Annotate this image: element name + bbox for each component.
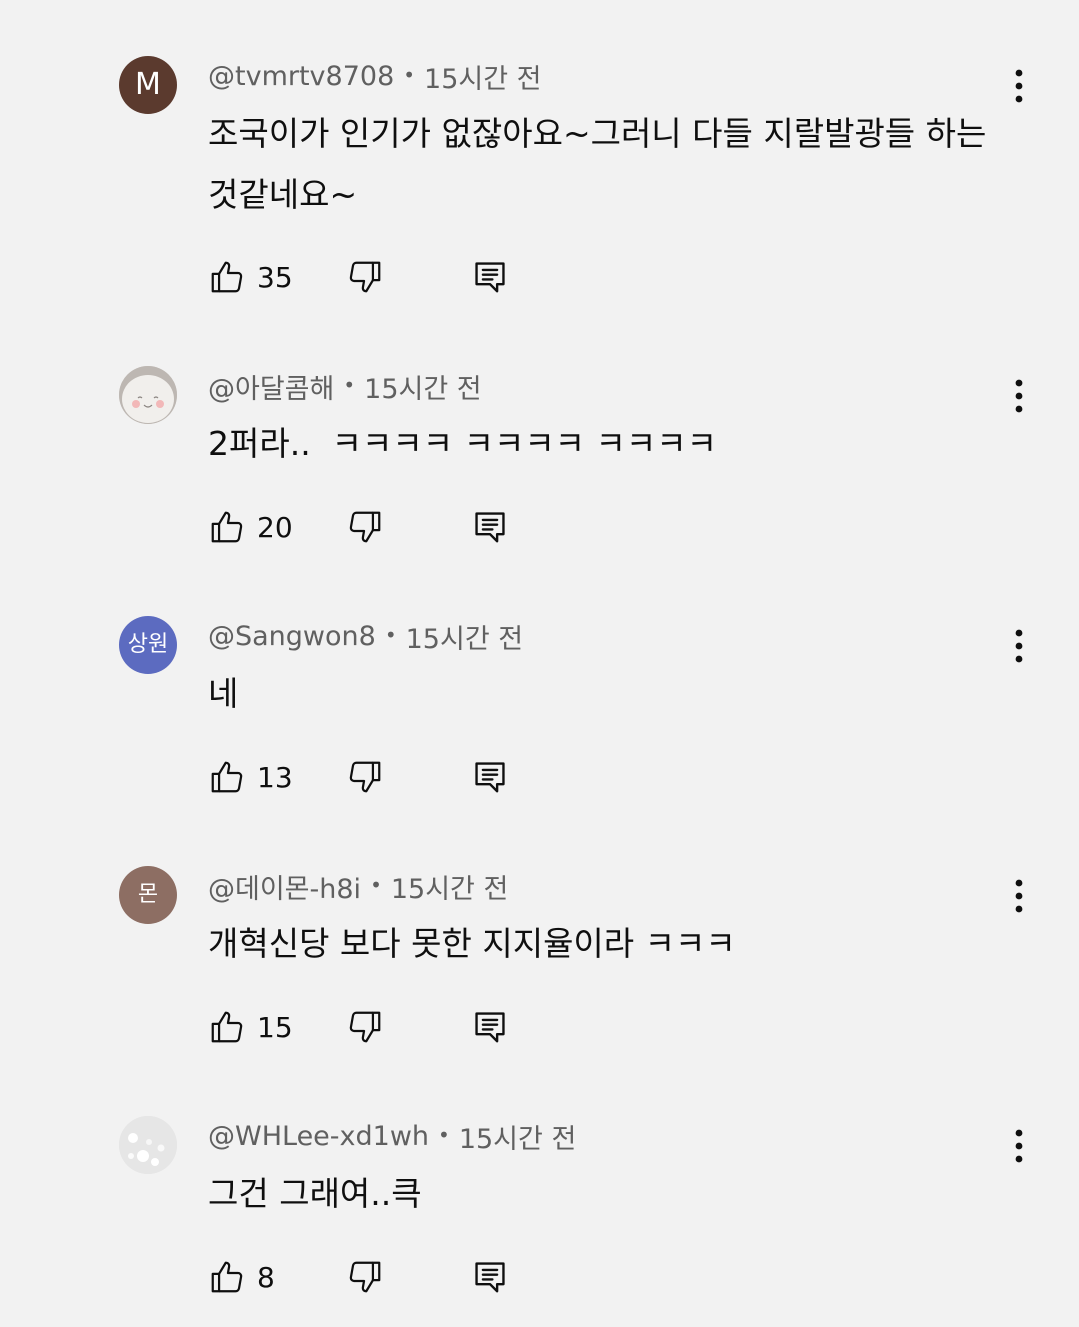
comment-time[interactable]: 15시간 전 (364, 367, 481, 406)
dislike-button[interactable] (346, 507, 384, 547)
comment-author[interactable]: @tvmrtv8708 (208, 61, 394, 92)
comment-header: @아달콤해 • 15시간 전 (208, 366, 482, 406)
like-button[interactable]: 13 (208, 757, 293, 797)
kebab-menu-icon (1015, 1129, 1023, 1163)
comments-list: M @tvmrtv8708 • 15시간 전 조국이가 인기가 없잖아요~그러니… (0, 0, 1079, 1327)
smiling-face-avatar-icon (119, 366, 177, 424)
comment-text: 조국이가 인기가 없잖아요~그러니 다들 지랄발광들 하는 것같네요~ (208, 114, 987, 214)
comment-header: @WHLee-xd1wh • 15시간 전 (208, 1116, 576, 1156)
comment-author[interactable]: @WHLee-xd1wh (208, 1121, 429, 1152)
like-count: 13 (257, 760, 293, 794)
separator-dot: • (384, 623, 397, 647)
thumbs-up-icon (211, 511, 243, 543)
like-button[interactable]: 8 (208, 1257, 275, 1297)
reply-button[interactable] (471, 1257, 509, 1297)
avatar-initial: 상원 (127, 632, 169, 657)
separator-dot: • (438, 1123, 450, 1147)
like-button[interactable]: 20 (208, 507, 293, 547)
reply-button[interactable] (471, 1007, 509, 1047)
kebab-menu-icon (1015, 879, 1023, 913)
dislike-button[interactable] (346, 1257, 384, 1297)
like-count: 35 (257, 260, 293, 294)
reply-button[interactable] (471, 507, 509, 547)
comment-actions: 20 (208, 507, 528, 547)
kebab-menu-icon (1015, 379, 1023, 413)
comment-header: @데이몬-h8i • 15시간 전 (208, 866, 508, 906)
thumbs-up-icon (211, 1261, 243, 1293)
reply-comment-icon (475, 1262, 505, 1293)
separator-dot: • (370, 873, 382, 897)
comment-actions: 15 (208, 1007, 528, 1047)
reply-button[interactable] (471, 257, 509, 297)
like-count: 8 (257, 1260, 275, 1294)
dislike-button[interactable] (346, 757, 384, 797)
avatar[interactable]: 몬 (119, 866, 177, 924)
like-count: 15 (257, 1010, 293, 1044)
avatar[interactable]: 상원 (119, 616, 177, 674)
comment-text: 네 (208, 674, 239, 713)
thumbs-down-icon (349, 511, 381, 543)
comment-time[interactable]: 15시간 전 (459, 1117, 576, 1156)
comment-header: @tvmrtv8708 • 15시간 전 (208, 56, 542, 96)
thumbs-up-icon (211, 1011, 243, 1043)
kebab-menu-icon (1015, 69, 1023, 103)
more-options-button[interactable] (1004, 628, 1034, 664)
avatar[interactable]: M (119, 56, 177, 114)
avatar-initial: 몬 (137, 882, 159, 907)
like-count: 20 (257, 510, 293, 544)
comment-text: 2퍼라.. ㅋㅋㅋㅋ ㅋㅋㅋㅋ ㅋㅋㅋㅋ (208, 424, 717, 463)
avatar-initial: M (135, 67, 161, 102)
more-options-button[interactable] (1004, 378, 1034, 414)
comment-actions: 13 (208, 757, 528, 797)
comment-actions: 35 (208, 257, 528, 297)
like-button[interactable]: 15 (208, 1007, 293, 1047)
comment-time[interactable]: 15시간 전 (424, 57, 541, 96)
thumbs-down-icon (349, 1011, 381, 1043)
like-button[interactable]: 35 (208, 257, 293, 297)
comment-time[interactable]: 15시간 전 (406, 617, 523, 656)
avatar[interactable] (119, 366, 177, 424)
more-options-button[interactable] (1004, 878, 1034, 914)
comment-time[interactable]: 15시간 전 (391, 867, 508, 906)
snowflake-avatar-icon (119, 1116, 177, 1174)
comment-author[interactable]: @아달콤해 (208, 367, 334, 406)
comment-actions: 8 (208, 1257, 528, 1297)
comment-header: @Sangwon8 • 15시간 전 (208, 616, 523, 656)
comment-author[interactable]: @Sangwon8 (208, 621, 376, 652)
reply-button[interactable] (471, 757, 509, 797)
kebab-menu-icon (1015, 629, 1023, 663)
thumbs-up-icon (211, 261, 243, 293)
comment-author[interactable]: @데이몬-h8i (208, 867, 361, 906)
avatar[interactable] (119, 1116, 177, 1174)
separator-dot: • (403, 63, 416, 87)
comment-text: 개혁신당 보다 못한 지지율이라 ㅋㅋㅋ (208, 924, 736, 963)
dislike-button[interactable] (346, 1007, 384, 1047)
more-options-button[interactable] (1004, 68, 1034, 104)
comment-text: 그건 그래여..큭 (208, 1174, 422, 1213)
reply-comment-icon (475, 762, 505, 793)
reply-comment-icon (475, 1012, 505, 1043)
thumbs-down-icon (349, 761, 381, 793)
reply-comment-icon (475, 512, 505, 543)
more-options-button[interactable] (1004, 1128, 1034, 1164)
dislike-button[interactable] (346, 257, 384, 297)
thumbs-down-icon (349, 261, 381, 293)
thumbs-up-icon (211, 761, 243, 793)
thumbs-down-icon (349, 1261, 381, 1293)
reply-comment-icon (475, 262, 505, 293)
separator-dot: • (343, 373, 356, 397)
